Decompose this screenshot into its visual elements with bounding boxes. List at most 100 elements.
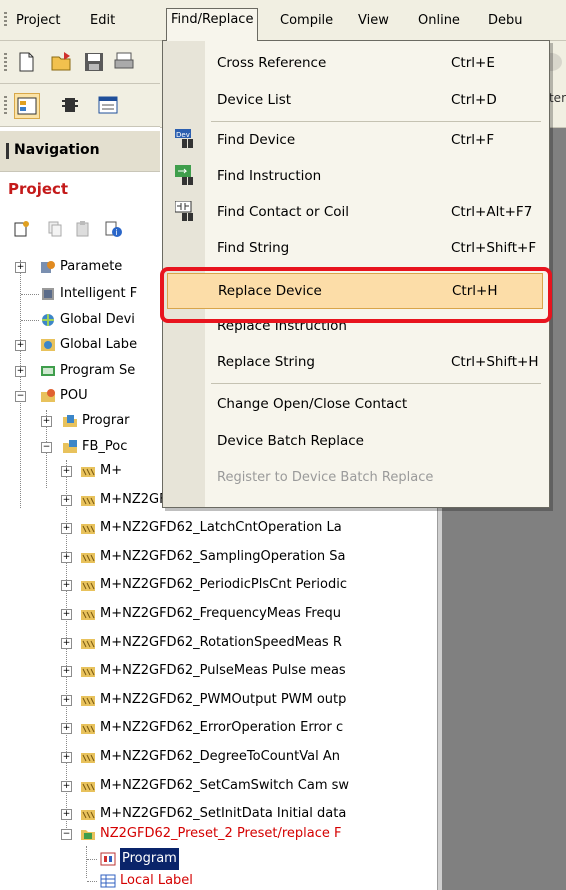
expand-icon[interactable]: + — [15, 262, 26, 273]
expand-icon[interactable]: + — [41, 416, 52, 427]
menu-item-register-device-batch-replace[interactable]: Register to Device Batch Replace — [163, 461, 549, 497]
contact-find-icon — [175, 201, 193, 221]
collapse-icon[interactable]: − — [61, 829, 72, 840]
menu-edit[interactable]: Edit — [86, 10, 119, 32]
instruction-find-icon — [175, 165, 193, 185]
menu-item-find-device[interactable]: Dev Find Device Ctrl+F — [163, 123, 549, 159]
fb-module-icon — [81, 610, 95, 620]
fb-folder-icon — [81, 830, 95, 840]
expand-icon[interactable]: + — [15, 366, 26, 377]
menu-find-replace[interactable]: Find/Replace — [166, 8, 259, 41]
toolbar-grip — [4, 96, 7, 114]
tree-item-active-fb[interactable]: − NZ2GFD62_Preset_2 Preset/replace F — [0, 823, 437, 845]
new-project-icon[interactable] — [14, 50, 38, 74]
fb-module-icon — [81, 695, 95, 706]
collapse-icon[interactable]: − — [41, 442, 52, 453]
expand-icon[interactable]: + — [61, 523, 72, 535]
expand-icon[interactable]: + — [61, 694, 72, 706]
menu-item-find-instruction[interactable]: Find Instruction — [163, 159, 549, 195]
save-icon[interactable] — [82, 50, 106, 74]
expand-icon[interactable]: + — [61, 466, 72, 477]
expand-icon[interactable]: + — [61, 580, 72, 592]
new-item-icon[interactable] — [12, 220, 30, 238]
program-body-icon — [100, 852, 116, 866]
menu-item-device-list[interactable]: Device List Ctrl+D — [163, 83, 549, 119]
view-toolbar — [0, 84, 160, 127]
fb-module-icon — [81, 495, 95, 506]
expand-icon[interactable]: + — [61, 666, 72, 678]
svg-text:i: i — [116, 228, 118, 237]
property-icon[interactable]: i — [104, 220, 122, 238]
tree-item-fb[interactable]: + M+NZ2GFD62_SetCamSwitch Cam sw — [0, 775, 437, 797]
pou-icon — [41, 389, 55, 402]
tree-item-fb[interactable]: + M+NZ2GFD62_PWMOutput PWM outp — [0, 689, 437, 711]
list-window-icon[interactable] — [96, 93, 120, 117]
menu-item-find-string[interactable]: Find String Ctrl+Shift+F — [163, 231, 549, 267]
navigation-header: Navigation — [0, 131, 160, 172]
expand-icon[interactable]: + — [61, 780, 72, 792]
tree-item-fb[interactable]: + M+NZ2GFD62_FrequencyMeas Frequ — [0, 603, 437, 625]
navigation-title: Navigation — [14, 142, 100, 158]
program-setting-icon — [41, 366, 55, 376]
project-label: Project — [8, 180, 69, 198]
tree-item-local-label[interactable]: Local Label — [0, 870, 437, 890]
tree-item-fb[interactable]: + M+NZ2GFD62_SetInitData Initial data — [0, 803, 437, 825]
navigation-grip — [6, 143, 9, 159]
expand-icon[interactable]: + — [61, 494, 72, 506]
fb-module-icon — [81, 467, 95, 477]
expand-icon[interactable]: + — [61, 637, 72, 649]
fb-module-icon — [81, 753, 95, 763]
svg-text:Dev: Dev — [176, 131, 190, 139]
menu-project[interactable]: Project — [12, 10, 64, 32]
standard-toolbar — [0, 41, 160, 84]
tree-item-fb[interactable]: + M+NZ2GFD62_PulseMeas Pulse meas — [0, 660, 437, 682]
menu-debug[interactable]: Debu — [484, 10, 527, 32]
toolbar-grip — [4, 53, 7, 71]
fb-module-icon — [81, 581, 95, 592]
menu-bar: Project Edit Find/Replace Compile View O… — [0, 0, 566, 41]
project-header: Project — [0, 172, 160, 208]
fb-module-icon — [81, 667, 95, 678]
dev-find-icon: Dev — [175, 129, 193, 148]
expand-icon[interactable]: + — [15, 340, 26, 351]
expand-icon[interactable]: + — [61, 609, 72, 620]
tree-item-fb[interactable]: + M+NZ2GFD62_ErrorOperation Error c — [0, 717, 437, 739]
tree-item-fb[interactable]: + M+NZ2GFD62_SamplingOperation Sa — [0, 546, 437, 568]
fb-module-icon — [81, 552, 95, 563]
menu-item-cross-reference[interactable]: Cross Reference Ctrl+E — [163, 46, 549, 82]
fb-module-icon — [81, 524, 95, 535]
project-tools: i — [0, 210, 160, 246]
tree-item-fb[interactable]: + M+NZ2GFD62_RotationSpeedMeas R — [0, 632, 437, 654]
local-label-icon — [100, 874, 116, 888]
tree-item-fb[interactable]: + M+NZ2GFD62_LatchCntOperation La — [0, 517, 437, 539]
fb-module-icon — [81, 781, 95, 792]
print-icon[interactable] — [112, 50, 136, 74]
fb-module-icon — [81, 638, 95, 649]
collapse-icon[interactable]: − — [15, 391, 26, 402]
fb-pool-folder-icon — [63, 440, 77, 453]
expand-icon[interactable]: + — [61, 752, 72, 763]
menu-item-replace-string[interactable]: Replace String Ctrl+Shift+H — [163, 345, 549, 381]
tree-item-fb-program[interactable]: Program — [0, 847, 437, 871]
expand-icon[interactable]: + — [61, 551, 72, 563]
menu-online[interactable]: Online — [414, 10, 464, 32]
menu-item-device-batch-replace[interactable]: Device Batch Replace — [163, 424, 549, 460]
tree-item-fb[interactable]: + M+NZ2GFD62_PeriodicPlsCnt Periodic — [0, 574, 437, 596]
open-project-icon[interactable] — [50, 50, 74, 74]
menu-view[interactable]: View — [354, 10, 393, 32]
parameter-icon — [41, 261, 55, 273]
expand-icon[interactable]: + — [61, 809, 72, 821]
menubar-grip — [4, 12, 7, 28]
expand-icon[interactable]: + — [61, 723, 72, 735]
menu-separator — [211, 121, 541, 122]
menu-item-change-open-close-contact[interactable]: Change Open/Close Contact — [163, 387, 549, 423]
intelligent-module-icon — [42, 288, 54, 300]
copy-icon[interactable] — [46, 220, 64, 238]
program-folder-icon — [63, 415, 77, 427]
navigation-window-icon[interactable] — [14, 93, 40, 119]
parts-window-icon[interactable] — [58, 93, 82, 117]
menu-compile[interactable]: Compile — [276, 10, 337, 32]
tree-item-fb[interactable]: + M+NZ2GFD62_DegreeToCountVal An — [0, 746, 437, 768]
menu-item-find-contact-or-coil[interactable]: Find Contact or Coil Ctrl+Alt+F7 — [163, 195, 549, 231]
paste-icon[interactable] — [74, 220, 92, 238]
